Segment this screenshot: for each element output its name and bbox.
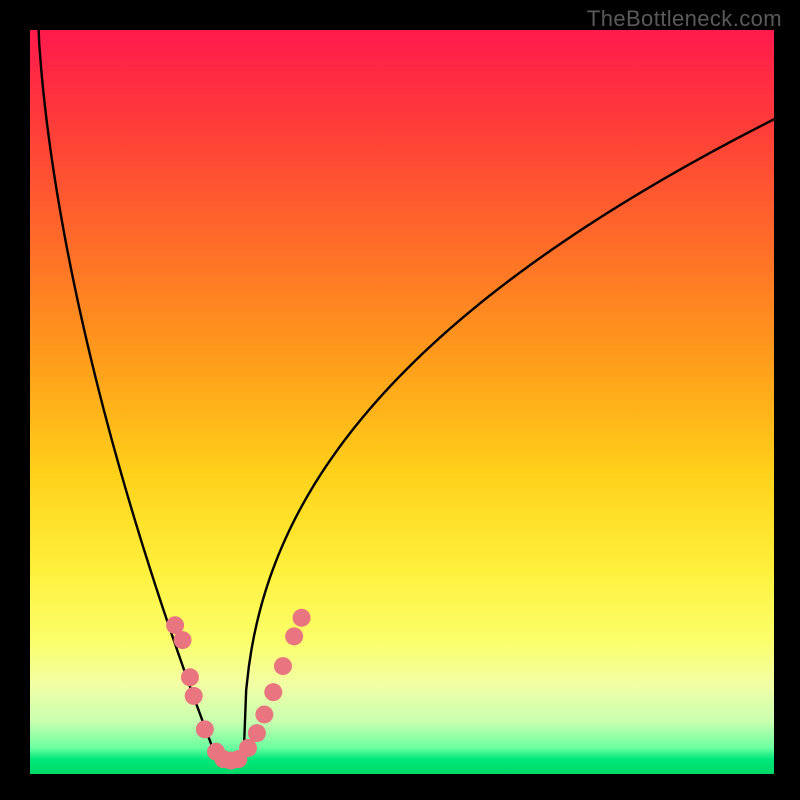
data-marker (274, 657, 292, 675)
plot-area (30, 30, 774, 774)
marker-layer (166, 609, 310, 770)
data-marker (196, 720, 214, 738)
watermark-text: TheBottleneck.com (587, 6, 782, 32)
data-marker (285, 627, 303, 645)
data-marker (293, 609, 311, 627)
data-marker (185, 687, 203, 705)
data-marker (248, 724, 266, 742)
data-marker (264, 683, 282, 701)
chart-outer-frame: TheBottleneck.com (0, 0, 800, 800)
data-marker (174, 631, 192, 649)
chart-svg (30, 30, 774, 774)
data-marker (255, 705, 273, 723)
bottleneck-curve (37, 30, 774, 767)
data-marker (181, 668, 199, 686)
curve-layer (37, 30, 774, 767)
